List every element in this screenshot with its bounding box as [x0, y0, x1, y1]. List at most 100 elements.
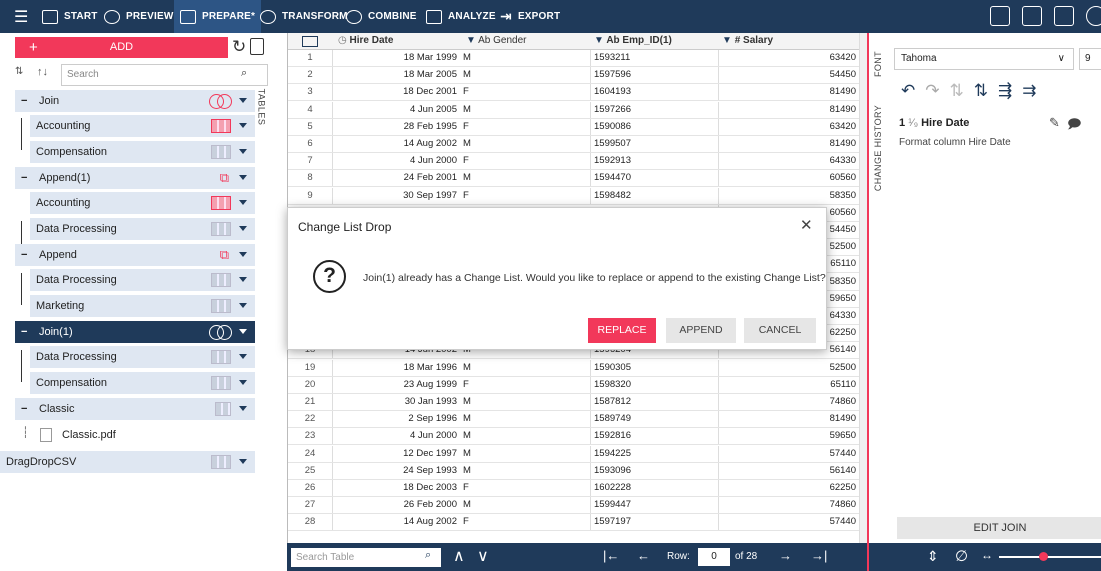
hire-date-cell[interactable]: 26 Feb 2000: [332, 497, 460, 514]
tree-item-marketing[interactable]: Marketing: [30, 295, 255, 317]
gender-cell[interactable]: F: [460, 480, 590, 496]
chevron-up-icon[interactable]: ∧: [453, 546, 465, 566]
hire-date-cell[interactable]: 4 Jun 2005: [332, 101, 460, 118]
gender-cell[interactable]: M: [460, 428, 590, 444]
chevron-down-icon[interactable]: [239, 149, 247, 154]
gender-cell[interactable]: M: [460, 463, 590, 479]
hire-date-cell[interactable]: 28 Feb 1995: [332, 118, 460, 135]
emp-id-cell[interactable]: 1590086: [590, 118, 718, 135]
salary-cell[interactable]: 52500: [718, 359, 859, 376]
tables-search-input[interactable]: Search: [61, 64, 268, 86]
salary-cell[interactable]: 81490: [718, 101, 859, 118]
emp-id-cell[interactable]: 1592913: [590, 153, 718, 170]
tables-side-tab[interactable]: TABLES: [256, 66, 283, 136]
hire-date-cell[interactable]: 30 Jan 1993: [332, 394, 460, 410]
hire-date-cell[interactable]: 2 Sep 1996: [332, 411, 460, 428]
font-size-select[interactable]: 9∨: [1079, 48, 1101, 70]
salary-cell[interactable]: 57440: [718, 445, 859, 462]
column-header-emp-id[interactable]: ▼ Ab Emp_ID(1): [590, 33, 718, 50]
prev-page-icon[interactable]: ←: [637, 548, 650, 563]
chevron-down-icon[interactable]: [239, 98, 247, 103]
table-row[interactable]: 26 18 Dec 2003 F 1602228 62250: [288, 480, 868, 497]
row-number-input[interactable]: 0: [698, 548, 730, 566]
image-icon[interactable]: [1054, 6, 1074, 26]
merge-icon[interactable]: ⇉: [1022, 81, 1046, 100]
export-tab[interactable]: ⇥ EXPORT: [494, 0, 566, 33]
column-header-hire-date[interactable]: ◷ Hire Date: [332, 33, 460, 50]
sort-icon[interactable]: ⇅: [15, 66, 23, 77]
emp-id-cell[interactable]: 1597197: [590, 514, 718, 531]
table-row[interactable]: 25 24 Sep 1993 M 1593096 56140: [288, 462, 868, 480]
emp-id-cell[interactable]: 1599447: [590, 497, 718, 514]
menu-icon[interactable]: ☰: [8, 0, 35, 33]
tree-item-append1[interactable]: − Append(1) ⧉: [15, 167, 255, 189]
salary-cell[interactable]: 63420: [718, 118, 859, 135]
gender-cell[interactable]: M: [460, 411, 590, 427]
sort-order-icon[interactable]: ↑↓: [37, 66, 48, 78]
redo-icon[interactable]: ↷: [925, 81, 949, 100]
gender-cell[interactable]: M: [460, 170, 590, 186]
emp-id-cell[interactable]: 1594470: [590, 170, 718, 187]
close-icon[interactable]: ✕: [800, 216, 813, 234]
gender-cell[interactable]: F: [460, 188, 590, 204]
panel-list-icon[interactable]: [990, 6, 1010, 26]
emp-id-cell[interactable]: 1590305: [590, 359, 718, 376]
hire-date-cell[interactable]: 4 Jun 2000: [332, 153, 460, 170]
tree-item-compensation-2[interactable]: Compensation: [30, 372, 255, 394]
table-row[interactable]: 6 14 Aug 2002 M 1599507 81490: [288, 136, 868, 153]
history-entry[interactable]: 1 ¹⁄₉ Hire Date: [899, 117, 969, 129]
hire-date-cell[interactable]: 14 Aug 2002: [332, 136, 460, 152]
chevron-down-icon[interactable]: [239, 354, 247, 359]
emp-id-cell[interactable]: 1593211: [590, 50, 718, 66]
table-row[interactable]: 1 18 Mar 1999 M 1593211 63420: [288, 50, 868, 67]
zoom-slider-handle[interactable]: [1039, 552, 1048, 561]
zoom-slider[interactable]: [999, 556, 1101, 558]
chevron-down-icon[interactable]: [239, 277, 247, 282]
prepare-tab[interactable]: PREPARE*: [174, 0, 262, 33]
gender-cell[interactable]: F: [460, 153, 590, 169]
emp-id-cell[interactable]: 1587812: [590, 394, 718, 410]
column-header-salary[interactable]: ▼ # Salary: [718, 33, 859, 50]
tree-item-dragdropcsv[interactable]: DragDropCSV: [0, 451, 255, 473]
hire-date-cell[interactable]: 14 Aug 2002: [332, 514, 460, 531]
gender-cell[interactable]: F: [460, 377, 590, 393]
refresh-icon[interactable]: ↻: [232, 37, 246, 57]
search-icon[interactable]: ⌕: [241, 67, 247, 80]
table-row[interactable]: 19 18 Mar 1996 M 1590305 52500: [288, 359, 868, 377]
font-select[interactable]: Tahoma ∨: [894, 48, 1074, 70]
emp-id-cell[interactable]: 1597596: [590, 67, 718, 84]
gender-cell[interactable]: M: [460, 50, 590, 66]
salary-cell[interactable]: 81490: [718, 84, 859, 101]
salary-cell[interactable]: 60560: [718, 170, 859, 187]
search-icon[interactable]: ⌕: [425, 549, 431, 562]
combine-tab[interactable]: COMBINE: [340, 0, 423, 33]
salary-cell[interactable]: 81490: [718, 411, 859, 428]
cancel-button[interactable]: CANCEL: [744, 318, 816, 343]
expand-icon[interactable]: ↔: [981, 548, 993, 562]
tree-item-classic[interactable]: − Classic: [15, 398, 255, 420]
change-history-side-tab[interactable]: CHANGE HISTORY: [873, 105, 883, 191]
table-row[interactable]: 28 14 Aug 2002 F 1597197 57440: [288, 514, 868, 532]
salary-cell[interactable]: 62250: [718, 480, 859, 496]
table-row[interactable]: 3 18 Dec 2001 F 1604193 81490: [288, 84, 868, 102]
emp-id-cell[interactable]: 1598482: [590, 187, 718, 204]
tree-item-data-processing-2[interactable]: Data Processing: [30, 269, 255, 291]
hire-date-cell[interactable]: 18 Mar 2005: [332, 67, 460, 84]
emp-id-cell[interactable]: 1598320: [590, 376, 718, 393]
transform-tab[interactable]: TRANSFORM: [254, 0, 354, 33]
chevron-down-icon[interactable]: [239, 329, 247, 334]
chevron-down-icon[interactable]: [239, 123, 247, 128]
table-row[interactable]: 22 2 Sep 1996 M 1589749 81490: [288, 411, 868, 429]
emp-id-cell[interactable]: 1593096: [590, 462, 718, 479]
gender-cell[interactable]: F: [460, 119, 590, 135]
edit-join-button[interactable]: EDIT JOIN: [897, 517, 1101, 539]
settings-gear-icon[interactable]: [1086, 6, 1101, 26]
null-icon[interactable]: ∅: [955, 547, 968, 565]
chevron-down-icon[interactable]: [239, 252, 247, 257]
gender-cell[interactable]: M: [460, 136, 590, 152]
emp-id-cell[interactable]: 1589749: [590, 411, 718, 428]
table-row[interactable]: 9 30 Sep 1997 F 1598482 58350: [288, 187, 868, 205]
analyze-tab[interactable]: ANALYZE: [420, 0, 502, 33]
gender-cell[interactable]: M: [460, 446, 590, 462]
tree-item-accounting-2[interactable]: Accounting: [30, 192, 255, 214]
